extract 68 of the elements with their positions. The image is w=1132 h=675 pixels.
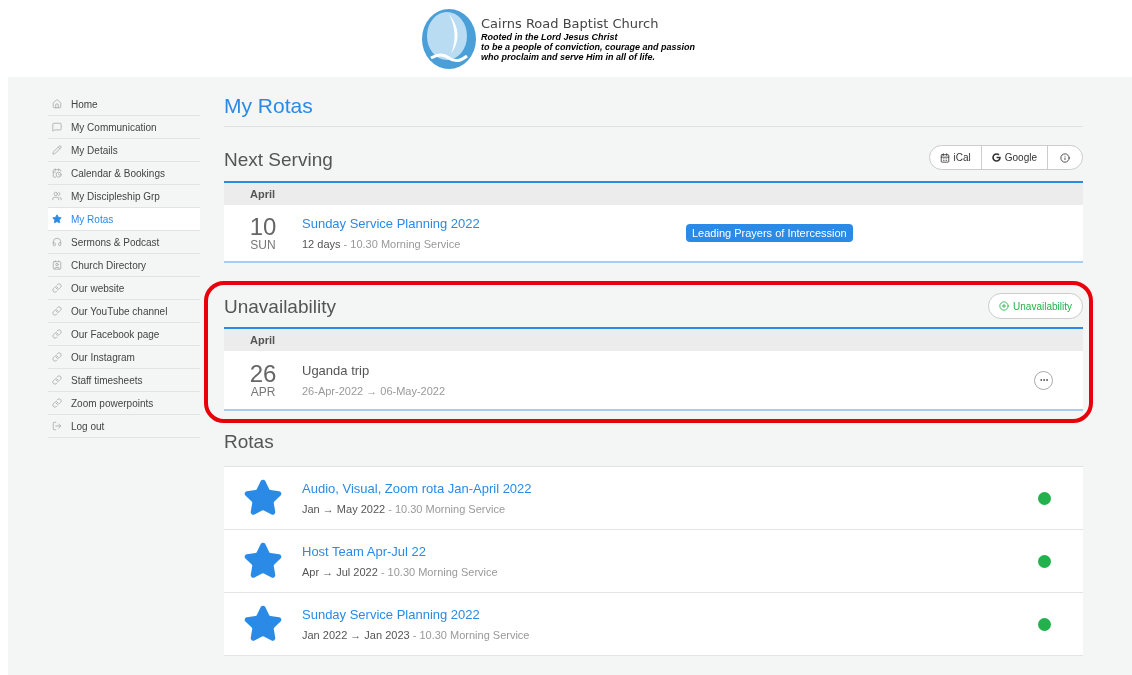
speech-bubble-icon (52, 122, 62, 132)
google-button[interactable]: Google (981, 146, 1048, 169)
month-header: April (224, 329, 1083, 351)
sidebar-item[interactable]: Church Directory (48, 254, 200, 277)
google-icon (991, 153, 1001, 162)
logout-icon (52, 421, 62, 431)
month-header: April (224, 183, 1083, 205)
star-icon (243, 478, 283, 518)
calendar-icon (939, 152, 950, 163)
rota-row[interactable]: Audio, Visual, Zoom rota Jan-April 2022 Jan → May 2022 - 10.30 Morning Service (224, 467, 1083, 530)
role-badge: Leading Prayers of Intercession (686, 223, 853, 243)
rota-detail: Jan → May 2022 - 10.30 Morning Service (302, 502, 506, 517)
sidebar-item[interactable]: Sermons & Podcast (48, 231, 200, 254)
home-icon (52, 99, 62, 109)
sidebar-item[interactable]: Home (48, 93, 200, 116)
sidebar-item[interactable]: My Rotas (48, 208, 200, 231)
sidebar-item[interactable]: Zoom powerpoints (48, 392, 200, 415)
rota-detail: Apr → Jul 2022 - 10.30 Morning Service (302, 565, 499, 580)
sidebar-item[interactable]: Our YouTube channel (48, 300, 200, 323)
sidebar-item[interactable]: Calendar & Bookings (48, 162, 200, 185)
link-icon (52, 352, 62, 362)
ical-button[interactable]: iCal (929, 146, 982, 169)
star-icon (52, 214, 62, 224)
logo-icon (421, 7, 477, 70)
rota-detail: Jan 2022 → Jan 2023 - 10.30 Morning Service (302, 628, 531, 643)
event-title[interactable]: Sunday Service Planning 2022 (302, 214, 686, 234)
date-month: APR (250, 386, 276, 398)
tagline-line: Rooted in the Lord Jesus Christ (481, 31, 619, 42)
rota-row[interactable]: Sunday Service Planning 2022 Jan 2022 → Jan 2023 - 10.30 Morning Service (224, 593, 1083, 656)
link-icon (52, 398, 62, 408)
star-icon (243, 541, 283, 581)
more-button[interactable] (1034, 370, 1053, 390)
tagline-line: to be a people of conviction, courage and passion (481, 41, 695, 52)
section-title: Next Serving (224, 147, 333, 172)
date-weekday: SUN (250, 239, 276, 251)
section-title: Unavailability (224, 294, 336, 319)
sidebar-item[interactable]: My Details (48, 139, 200, 162)
plus-circle-icon (999, 301, 1010, 311)
section-title: Rotas (224, 429, 274, 454)
date-day: 26 (249, 362, 277, 386)
rota-row[interactable]: Host Team Apr-Jul 22 Apr → Jul 2022 - 10.30 Morning Service (224, 530, 1083, 593)
link-icon (52, 283, 62, 293)
sidebar-item[interactable]: Our website (48, 277, 200, 300)
link-icon (52, 306, 62, 316)
tagline-line: who proclaim and serve Him in all of life. (481, 51, 657, 62)
church-name: Cairns Road Baptist Church (481, 15, 660, 32)
sidebar-item[interactable]: Our Instagram (48, 346, 200, 369)
calendar-icon (52, 168, 62, 178)
star-icon (243, 604, 283, 644)
page-title: My Rotas (224, 92, 313, 119)
sidebar-item[interactable]: My Communication (48, 116, 200, 139)
info-icon (1060, 152, 1070, 163)
rota-title[interactable]: Host Team Apr-Jul 22 (302, 541, 1038, 561)
sidebar-item[interactable]: Staff timesheets (48, 369, 200, 392)
event-detail: 12 days - 10.30 Morning Service (302, 236, 462, 252)
pencil-icon (52, 145, 62, 155)
link-icon (52, 375, 62, 385)
rota-title[interactable]: Sunday Service Planning 2022 (302, 604, 1038, 624)
link-icon (52, 329, 62, 339)
date-day: 10 (249, 215, 277, 239)
headphones-icon (52, 237, 62, 247)
sidebar-item[interactable]: Log out (48, 415, 200, 438)
people-icon (52, 191, 62, 201)
sidebar-item[interactable]: Our Facebook page (48, 323, 200, 346)
rota-title[interactable]: Audio, Visual, Zoom rota Jan-April 2022 (302, 478, 1038, 498)
person-card-icon (52, 260, 62, 270)
entry-range: 26-Apr-2022 → 06-May-2022 (302, 383, 447, 399)
entry-title: Uganda trip (302, 362, 371, 380)
